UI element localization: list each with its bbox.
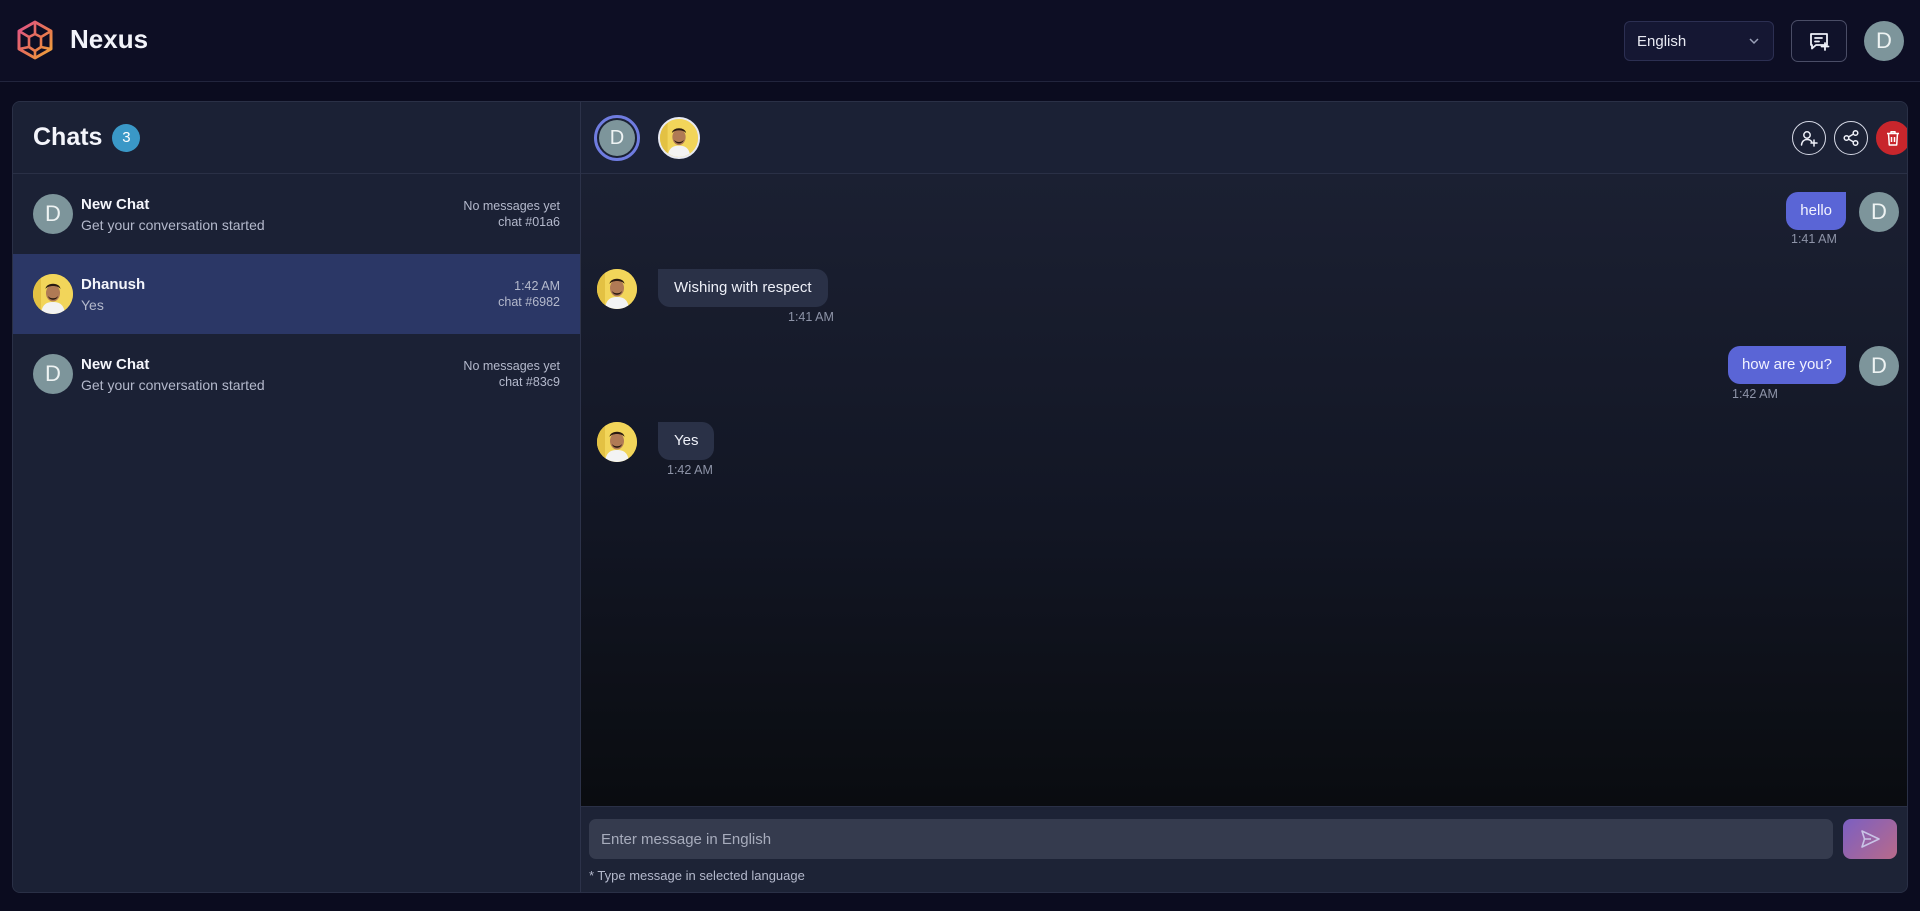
message-time: 1:41 AM	[1791, 232, 1837, 246]
person-photo-icon	[33, 274, 73, 314]
message-time: 1:42 AM	[1732, 387, 1778, 401]
share-icon	[1843, 129, 1859, 147]
chat-count-badge: 3	[112, 123, 141, 152]
language-select-value: English	[1637, 32, 1687, 50]
send-button[interactable]	[1843, 819, 1897, 859]
chat-preview: Get your conversation started	[81, 376, 265, 393]
message-outgoing: how are you?	[1727, 346, 1846, 384]
delete-chat-button[interactable]	[1876, 121, 1907, 155]
message-incoming: Wishing with respect	[658, 269, 828, 307]
chat-status: No messages yet	[463, 199, 560, 213]
chat-list-item[interactable]: D New Chat Get your conversation started…	[13, 174, 580, 254]
avatar: D	[599, 120, 635, 156]
avatar: D	[33, 194, 73, 234]
trash-icon	[1887, 131, 1899, 146]
participant-avatar-self[interactable]: D	[594, 115, 640, 161]
person-photo-icon	[660, 119, 698, 157]
avatar: D	[1859, 346, 1899, 386]
conversation-pane: D hello D 1:41 AM Wishing with respect 1…	[581, 102, 1907, 892]
avatar	[33, 274, 73, 314]
chat-panel: Chats 3 D New Chat Get your conversation…	[12, 101, 1908, 893]
message-bubble: Wishing with respect	[658, 269, 828, 307]
chat-list-sidebar: Chats 3 D New Chat Get your conversation…	[13, 102, 581, 892]
message-bubble: how are you?	[1727, 346, 1846, 384]
message-list: hello D 1:41 AM Wishing with respect 1:4…	[581, 174, 1907, 806]
chat-list-item[interactable]: Dhanush Yes 1:42 AM chat #6982	[13, 254, 580, 334]
chat-preview: Yes	[81, 296, 104, 313]
message-bubble: Yes	[658, 422, 715, 460]
avatar	[597, 269, 637, 309]
message-input[interactable]	[589, 819, 1833, 859]
user-avatar[interactable]: D	[1864, 21, 1904, 61]
composer-hint: * Type message in selected language	[589, 868, 805, 883]
chat-list-header: Chats 3	[13, 102, 580, 174]
message-plus-icon	[1810, 33, 1830, 51]
chat-status: No messages yet	[463, 359, 560, 373]
chat-name: New Chat	[81, 195, 150, 213]
top-bar: Nexus English D	[0, 0, 1920, 82]
avatar: D	[1859, 192, 1899, 232]
new-chat-button[interactable]	[1791, 20, 1847, 62]
avatar: D	[33, 354, 73, 394]
avatar	[597, 422, 637, 462]
nexus-logo-icon[interactable]	[16, 20, 54, 60]
chat-id: chat #01a6	[498, 215, 560, 229]
chat-id: chat #83c9	[498, 375, 560, 389]
message-outgoing: hello	[1786, 192, 1846, 230]
chat-preview: Get your conversation started	[81, 216, 265, 233]
user-plus-icon	[1800, 131, 1818, 147]
add-user-button[interactable]	[1792, 121, 1826, 155]
person-photo-icon	[597, 422, 637, 462]
chat-id: chat #6982	[498, 295, 560, 309]
chat-list-item[interactable]: D New Chat Get your conversation started…	[13, 334, 580, 414]
chat-time: 1:42 AM	[514, 279, 560, 293]
message-composer: * Type message in selected language	[581, 806, 1907, 892]
person-photo-icon	[597, 269, 637, 309]
chat-name: New Chat	[81, 355, 150, 373]
language-select[interactable]: English	[1624, 21, 1774, 61]
app-name: Nexus	[70, 24, 149, 54]
conversation-header: D	[581, 102, 1907, 174]
message-time: 1:42 AM	[667, 463, 713, 477]
chat-name: Dhanush	[81, 275, 146, 293]
send-icon	[1861, 830, 1880, 848]
chat-list-title: Chats	[33, 123, 103, 151]
chevron-down-icon	[1749, 38, 1759, 45]
message-bubble: hello	[1786, 192, 1846, 230]
message-incoming: Yes	[658, 422, 715, 460]
share-button[interactable]	[1834, 121, 1868, 155]
message-time: 1:41 AM	[788, 310, 834, 324]
participant-avatar-other[interactable]	[658, 117, 700, 159]
